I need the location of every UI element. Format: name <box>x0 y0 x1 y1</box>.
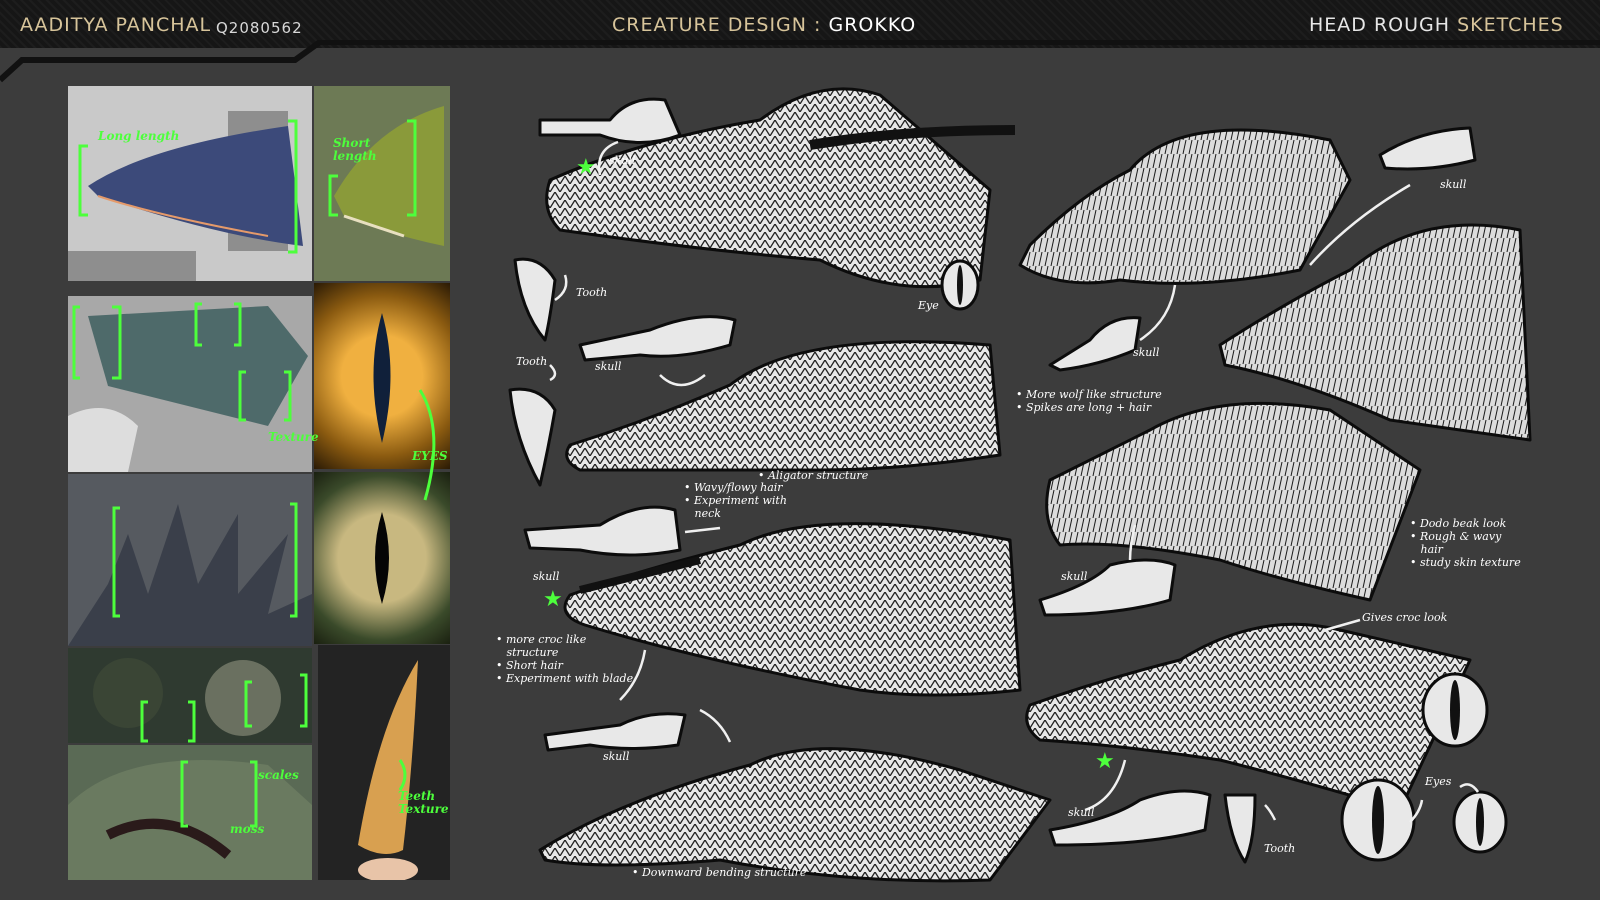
skull-drawing <box>523 505 682 557</box>
favorite-star-icon: ★ <box>543 586 563 611</box>
head-sketch-4 <box>538 747 1052 883</box>
label-skull: skull <box>1440 178 1467 191</box>
notes-wavy-hair: • Wavy/flowy hair • Experiment with neck <box>684 481 787 520</box>
head-sketches <box>508 87 1532 883</box>
skull-drawing <box>578 315 737 362</box>
skull-drawing <box>1048 316 1142 372</box>
notes-dodo-beak: • Dodo beak look • Rough & wavy hair • s… <box>1410 517 1521 569</box>
tooth-drawing <box>1223 793 1257 864</box>
notes-downward-bending: • Downward bending structure <box>632 866 807 879</box>
skull-drawing <box>1038 558 1177 617</box>
skull-drawing <box>1378 126 1477 171</box>
label-skull: skull <box>595 360 622 373</box>
head-sketch-croc <box>1025 622 1472 812</box>
tooth-drawing <box>508 387 557 487</box>
skull-drawing <box>538 97 682 144</box>
label-skull: skull <box>1068 806 1095 819</box>
label-tooth: Tooth <box>576 286 608 299</box>
favorite-star-icon: ★ <box>576 154 596 179</box>
head-sketch-wolf <box>1018 128 1352 285</box>
label-skull: skull <box>1061 570 1088 583</box>
head-sketch-2 <box>565 340 1002 472</box>
notes-gives-croc-look: Gives croc look <box>1362 611 1448 624</box>
label-skull: skull <box>603 750 630 763</box>
label-tooth: Tooth <box>516 355 548 368</box>
notes-croc-structure: • more croc like structure • Short hair … <box>496 633 634 685</box>
label-skull: skull <box>609 154 636 167</box>
label-eye: Eye <box>918 299 939 312</box>
skull-drawing <box>543 712 687 752</box>
label-tooth: Tooth <box>1264 842 1296 855</box>
notes-wolf-structure: • More wolf like structure • Spikes are … <box>1016 388 1162 414</box>
favorite-star-icon: ★ <box>1095 748 1115 773</box>
tooth-drawing <box>513 257 557 342</box>
label-skull: skull <box>533 570 560 583</box>
label-skull: skull <box>1133 346 1160 359</box>
label-eyes: Eyes <box>1425 775 1452 788</box>
